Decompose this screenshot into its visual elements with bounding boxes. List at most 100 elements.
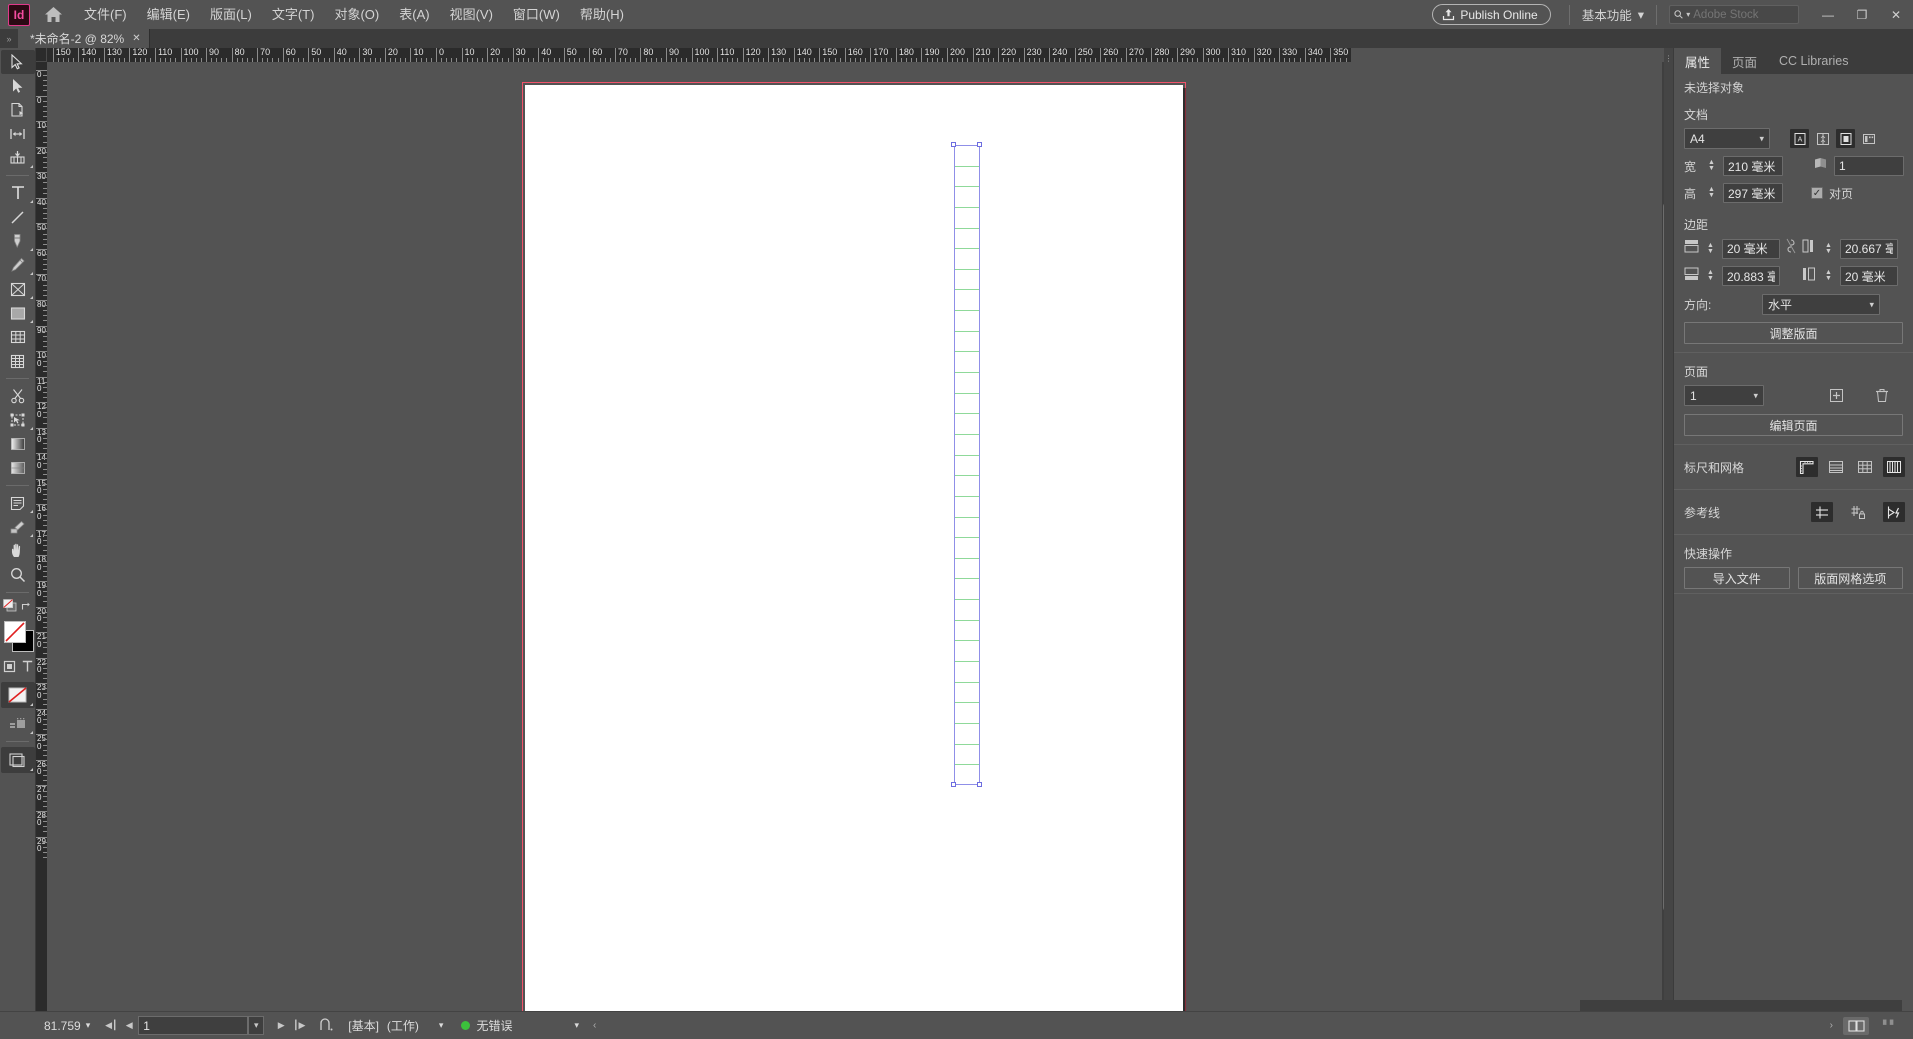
smart-guides-icon[interactable] <box>1883 502 1905 522</box>
height-input[interactable] <box>1723 183 1783 203</box>
margin-right-input[interactable] <box>1840 266 1898 286</box>
facing-pages-checkbox[interactable]: ✓ <box>1811 187 1823 199</box>
panel-tab-2[interactable]: CC Libraries <box>1768 48 1859 74</box>
menu-item-1[interactable]: 编辑(E) <box>137 0 200 29</box>
vertical-ruler[interactable]: 0 0 10 20 30 40 50 60 70 80 90 100 110 120 130 140 150 16… <box>36 62 47 1011</box>
publish-online-button[interactable]: Publish Online <box>1432 4 1551 25</box>
eyedropper-tool[interactable] <box>1 515 35 539</box>
workspace-switcher[interactable]: 基本功能 ▾ <box>1578 5 1648 24</box>
add-page-icon[interactable] <box>1827 386 1846 405</box>
trash-icon[interactable] <box>1872 386 1891 405</box>
pen-tool[interactable] <box>1 229 35 253</box>
margin-top-input[interactable] <box>1722 238 1780 259</box>
page-tool[interactable] <box>1 98 35 122</box>
minimize-button[interactable]: — <box>1811 0 1845 29</box>
layout-grid-icon[interactable] <box>1883 457 1905 477</box>
direction-select-wrap[interactable]: 水平 ▾ <box>1762 294 1880 315</box>
panel-tab-1[interactable]: 页面 <box>1721 48 1768 74</box>
formatting-affects-container-icon[interactable] <box>3 599 18 618</box>
page-number-input[interactable] <box>138 1016 249 1035</box>
layout-grid-icon[interactable] <box>1859 129 1878 148</box>
direct-selection-tool[interactable] <box>1 74 35 98</box>
margin-top-stepper[interactable]: ▲ ▼ <box>1705 239 1716 259</box>
menu-item-2[interactable]: 版面(L) <box>200 0 262 29</box>
menu-item-6[interactable]: 视图(V) <box>440 0 503 29</box>
primary-text-frame-icon[interactable] <box>1836 129 1855 148</box>
resize-grip-icon[interactable]: ▘▘ <box>1883 1020 1909 1031</box>
horizontal-scrollbar[interactable] <box>1580 1000 1902 1011</box>
document-canvas[interactable] <box>47 62 1351 1011</box>
apply-none-swatch[interactable] <box>0 682 35 708</box>
adobe-stock-input[interactable] <box>1693 8 1794 21</box>
zoom-level-control[interactable]: 81.759 ▾ <box>44 1019 90 1033</box>
adobe-stock-search[interactable]: ▾ <box>1669 5 1799 24</box>
margin-bottom-input[interactable] <box>1722 266 1780 286</box>
frame-tool[interactable] <box>1 277 35 301</box>
baseline-grid-icon[interactable] <box>1825 457 1847 477</box>
free-transform-tool[interactable] <box>1 408 35 432</box>
margin-right-stepper[interactable]: ▲ ▼ <box>1823 266 1834 286</box>
document-icon[interactable] <box>318 1017 334 1035</box>
width-stepper[interactable]: ▲ ▼ <box>1706 156 1717 176</box>
rectangle-tool[interactable] <box>1 301 35 325</box>
chevron-down-icon[interactable]: ▾ <box>574 1020 579 1031</box>
first-page-button[interactable]: ◀┃ <box>102 1015 120 1037</box>
show-rulers-icon[interactable] <box>1796 457 1818 477</box>
portrait-page-icon[interactable]: A <box>1790 129 1809 148</box>
restore-button[interactable]: ❐ <box>1845 0 1879 29</box>
content-collector-tool[interactable] <box>1 146 35 170</box>
page-dropdown-button[interactable]: ▾ <box>248 1016 265 1035</box>
gradient-swatch-tool[interactable] <box>1 432 35 456</box>
menu-item-3[interactable]: 文字(T) <box>262 0 325 29</box>
link-broken-icon[interactable] <box>1786 238 1796 259</box>
apply-to-text-icon[interactable] <box>22 660 33 678</box>
menu-item-7[interactable]: 窗口(W) <box>503 0 570 29</box>
swap-fill-stroke-icon[interactable] <box>21 599 32 617</box>
close-button[interactable]: ✕ <box>1879 0 1913 29</box>
panel-tab-0[interactable]: 属性 <box>1674 48 1722 74</box>
zoom-tool[interactable] <box>1 563 35 587</box>
menu-item-0[interactable]: 文件(F) <box>74 0 137 29</box>
direction-select[interactable]: 水平 <box>1762 294 1880 315</box>
selection-tool[interactable] <box>0 50 35 74</box>
margin-bottom-stepper[interactable]: ▲ ▼ <box>1705 266 1716 286</box>
page-size-select-wrap[interactable]: A4 ▾ <box>1684 128 1770 149</box>
width-input[interactable] <box>1723 156 1783 176</box>
frame-handle-tr[interactable] <box>977 142 982 147</box>
page-number-select[interactable]: 1 <box>1684 385 1764 406</box>
layout-grid-options-button[interactable]: 版面网格选项 <box>1797 567 1903 589</box>
frame-handle-br[interactable] <box>977 782 982 787</box>
facing-pages-icon[interactable] <box>1813 129 1832 148</box>
edit-pages-button[interactable]: 编辑页面 <box>1684 414 1903 436</box>
gradient-feather-tool[interactable] <box>1 456 35 480</box>
show-guides-icon[interactable] <box>1811 502 1833 522</box>
line-tool[interactable] <box>1 205 35 229</box>
page-select-wrap[interactable]: 1 ▾ <box>1684 385 1764 406</box>
horizontal-ruler[interactable]: 150 140 130 120 110 100 90 80 70 60 50 40 30 20 10 0 10 2… <box>47 48 1351 62</box>
grid-tool[interactable] <box>1 349 35 373</box>
close-tab-icon[interactable]: ✕ <box>132 33 140 44</box>
chevron-down-icon[interactable]: ▾ <box>439 1020 444 1031</box>
screen-mode-icon[interactable] <box>0 747 35 773</box>
gap-tool[interactable] <box>1 122 35 146</box>
menu-item-4[interactable]: 对象(O) <box>324 0 389 29</box>
ruler-origin[interactable] <box>36 48 47 62</box>
home-icon[interactable] <box>38 2 68 28</box>
frame-handle-tl[interactable] <box>951 142 956 147</box>
facing-pages-checkbox-row[interactable]: ✓ 对页 <box>1811 185 1853 202</box>
type-tool[interactable] <box>1 181 35 205</box>
pencil-tool[interactable] <box>1 253 35 277</box>
panel-collapse-rail[interactable]: ⋮ <box>1664 48 1674 1011</box>
normal-view-mode-icon[interactable] <box>1 712 35 736</box>
table-tool[interactable] <box>1 325 35 349</box>
document-page[interactable] <box>525 85 1183 1011</box>
next-page-button[interactable]: ▶ <box>272 1015 290 1037</box>
pages-count-input[interactable] <box>1834 156 1904 176</box>
fill-swatch[interactable] <box>4 621 26 643</box>
menu-item-8[interactable]: 帮助(H) <box>570 0 634 29</box>
note-tool[interactable] <box>1 491 35 515</box>
adjust-layout-button[interactable]: 调整版面 <box>1684 322 1903 344</box>
status-collapse-icon[interactable]: › <box>1830 1020 1833 1031</box>
hand-tool[interactable] <box>1 539 35 563</box>
fill-stroke-swatches[interactable] <box>0 618 36 658</box>
